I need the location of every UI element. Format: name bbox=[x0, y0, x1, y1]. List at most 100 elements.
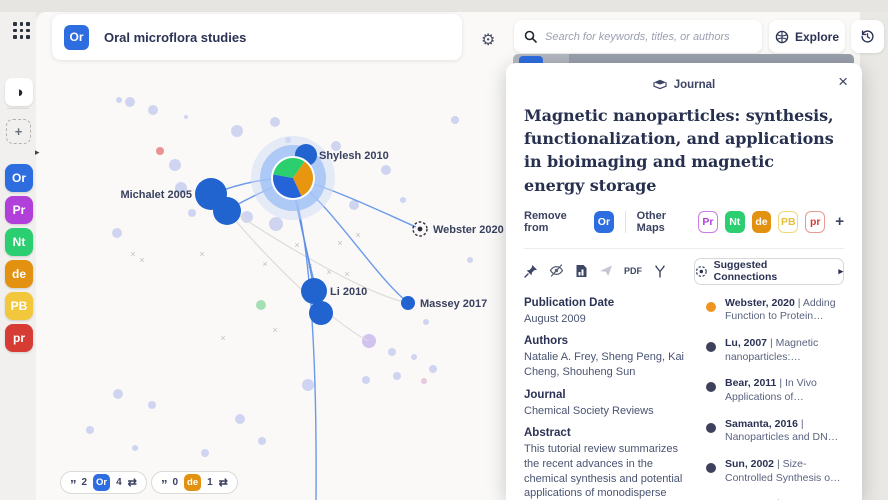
map-tab-pb[interactable]: PB bbox=[5, 292, 33, 320]
list-item[interactable]: Webster, 2020 | Adding Function to Prote… bbox=[706, 297, 844, 324]
connection-dot bbox=[706, 342, 716, 353]
graph-dot[interactable] bbox=[235, 414, 245, 424]
list-item[interactable]: Sun, 2002 | Size-Controlled Synthesis o… bbox=[706, 458, 844, 485]
hide-eye-icon[interactable] bbox=[549, 264, 564, 277]
graph-dot[interactable] bbox=[148, 105, 158, 115]
other-map-chip-nt[interactable]: Nt bbox=[724, 210, 745, 233]
graph-dot[interactable] bbox=[269, 217, 283, 231]
abstract-label: Abstract bbox=[524, 427, 571, 440]
map-badge[interactable]: Or bbox=[64, 24, 89, 50]
other-map-chip-de[interactable]: de bbox=[751, 210, 772, 233]
graph-dot[interactable] bbox=[381, 165, 391, 175]
graph-dot[interactable] bbox=[256, 300, 266, 310]
graph-dot[interactable] bbox=[421, 378, 427, 384]
paper-title: Magnetic nanoparticles: synthesis, funct… bbox=[524, 106, 834, 195]
add-to-map-button[interactable]: + bbox=[835, 213, 844, 230]
graph-dot[interactable] bbox=[423, 319, 429, 325]
other-map-chip-pb[interactable]: PB bbox=[778, 210, 799, 233]
app-grid-icon[interactable] bbox=[13, 22, 31, 40]
branch-connections-icon[interactable] bbox=[653, 264, 667, 278]
graph-dot[interactable] bbox=[411, 354, 417, 360]
graph-dot[interactable] bbox=[362, 376, 370, 384]
paper-node[interactable] bbox=[309, 301, 333, 325]
paper-node[interactable] bbox=[301, 278, 327, 304]
chart-document-icon[interactable] bbox=[575, 264, 588, 278]
journal-label: Journal bbox=[524, 388, 566, 401]
graph-dot[interactable] bbox=[429, 365, 437, 373]
contrast-toggle-button[interactable]: ◑ bbox=[5, 78, 33, 106]
graph-dot[interactable] bbox=[451, 116, 459, 124]
abstract-text: This tutorial review summarizes the rece… bbox=[524, 443, 683, 500]
suggested-connections-button[interactable]: Suggested Connections ▸ bbox=[694, 257, 844, 285]
graph-dot[interactable] bbox=[148, 401, 156, 409]
graph-dot[interactable] bbox=[362, 334, 376, 348]
graph-dot[interactable] bbox=[467, 257, 473, 263]
quote-icon: ” bbox=[70, 476, 76, 492]
graph-dot[interactable] bbox=[188, 209, 196, 217]
paper-metadata: Publication Date August 2009 Authors Nat… bbox=[524, 297, 694, 500]
map-tab-pr[interactable]: Pr bbox=[5, 196, 33, 224]
remove-from-badge-or[interactable]: Or bbox=[594, 210, 614, 233]
map-title-card: Or Oral microflora studies bbox=[52, 14, 462, 60]
graph-dot[interactable] bbox=[231, 125, 243, 137]
other-map-chip-pr2[interactable]: pr bbox=[805, 210, 826, 233]
excluded-x-marker: × bbox=[199, 249, 204, 259]
panel-header: Journal × bbox=[506, 63, 862, 95]
graph-dot[interactable] bbox=[184, 115, 188, 119]
map-tab-pr2[interactable]: pr bbox=[5, 324, 33, 352]
other-map-chip-pr[interactable]: Pr bbox=[697, 210, 718, 233]
graph-dot[interactable] bbox=[258, 437, 266, 445]
add-map-button[interactable]: + bbox=[6, 119, 31, 144]
list-item[interactable]: Bear, 2011 | In Vivo Applications of… bbox=[706, 377, 844, 404]
connection-name: Lu, 2007 bbox=[725, 337, 768, 350]
graph-dot[interactable] bbox=[388, 348, 396, 356]
map-membership-row: Remove from Or Other Maps Pr Nt de PB pr… bbox=[524, 210, 844, 234]
explore-button[interactable]: Explore bbox=[769, 20, 845, 53]
settings-gear-icon[interactable]: ⚙ bbox=[481, 30, 495, 50]
vertical-divider bbox=[624, 210, 626, 233]
search-bar[interactable] bbox=[514, 20, 762, 53]
panel-divider bbox=[524, 247, 844, 249]
paper-detail-panel: Journal × Magnetic nanoparticles: synthe… bbox=[506, 63, 862, 500]
graph-dot[interactable] bbox=[270, 117, 280, 127]
paper-node[interactable] bbox=[401, 296, 415, 310]
pin-icon[interactable] bbox=[524, 264, 538, 278]
graph-dot[interactable] bbox=[112, 228, 122, 238]
history-button[interactable] bbox=[851, 20, 884, 53]
suggested-connections-list: Webster, 2020 | Adding Function to Prote… bbox=[706, 297, 844, 500]
close-icon[interactable]: × bbox=[838, 73, 848, 90]
swap-arrows-icon: ⇄ bbox=[218, 477, 228, 489]
graph-dot[interactable] bbox=[125, 97, 135, 107]
graph-dot[interactable] bbox=[169, 159, 181, 171]
map-tab-de[interactable]: de bbox=[5, 260, 33, 288]
graph-dot[interactable] bbox=[400, 197, 406, 203]
citation-counter-de[interactable]: ” 0 de 1 ⇄ bbox=[151, 471, 238, 494]
explore-label: Explore bbox=[794, 29, 839, 44]
graph-dot[interactable] bbox=[201, 449, 209, 457]
active-map-chevron-icon: ▸ bbox=[35, 147, 40, 157]
search-input[interactable] bbox=[545, 30, 752, 43]
graph-dot[interactable] bbox=[86, 426, 94, 434]
map-tab-or[interactable]: Or bbox=[5, 164, 33, 192]
graph-dot[interactable] bbox=[302, 379, 314, 391]
list-item[interactable]: Samanta, 2016 | Nanoparticles and DN… bbox=[706, 418, 844, 445]
publication-date-value: August 2009 bbox=[524, 312, 586, 325]
graph-dot[interactable] bbox=[132, 445, 138, 451]
send-plane-icon[interactable] bbox=[599, 264, 613, 277]
list-item[interactable]: Lu, 2007 | Magnetic nanoparticles:… bbox=[706, 337, 844, 364]
graph-dot[interactable] bbox=[156, 147, 164, 155]
contrast-icon: ◑ bbox=[14, 83, 24, 101]
map-title[interactable]: Oral microflora studies bbox=[104, 30, 246, 45]
graph-dot[interactable] bbox=[113, 389, 123, 399]
graph-dot[interactable] bbox=[393, 372, 401, 380]
connection-name: Bear, 2011 bbox=[725, 377, 777, 390]
app-window: × × × × × × × × × × × × Shylesh 2010 Michalet 2005 Li … bbox=[0, 0, 888, 500]
swap-arrows-icon: ⇄ bbox=[127, 477, 137, 489]
citation-counter-or[interactable]: ” 2 Or 4 ⇄ bbox=[60, 471, 147, 494]
paper-node[interactable] bbox=[213, 197, 241, 225]
graph-dot[interactable] bbox=[116, 97, 122, 103]
ref-count: 1 bbox=[207, 477, 213, 488]
map-tab-nt[interactable]: Nt bbox=[5, 228, 33, 256]
pdf-button[interactable]: PDF bbox=[624, 266, 642, 276]
plus-icon: + bbox=[14, 124, 23, 139]
